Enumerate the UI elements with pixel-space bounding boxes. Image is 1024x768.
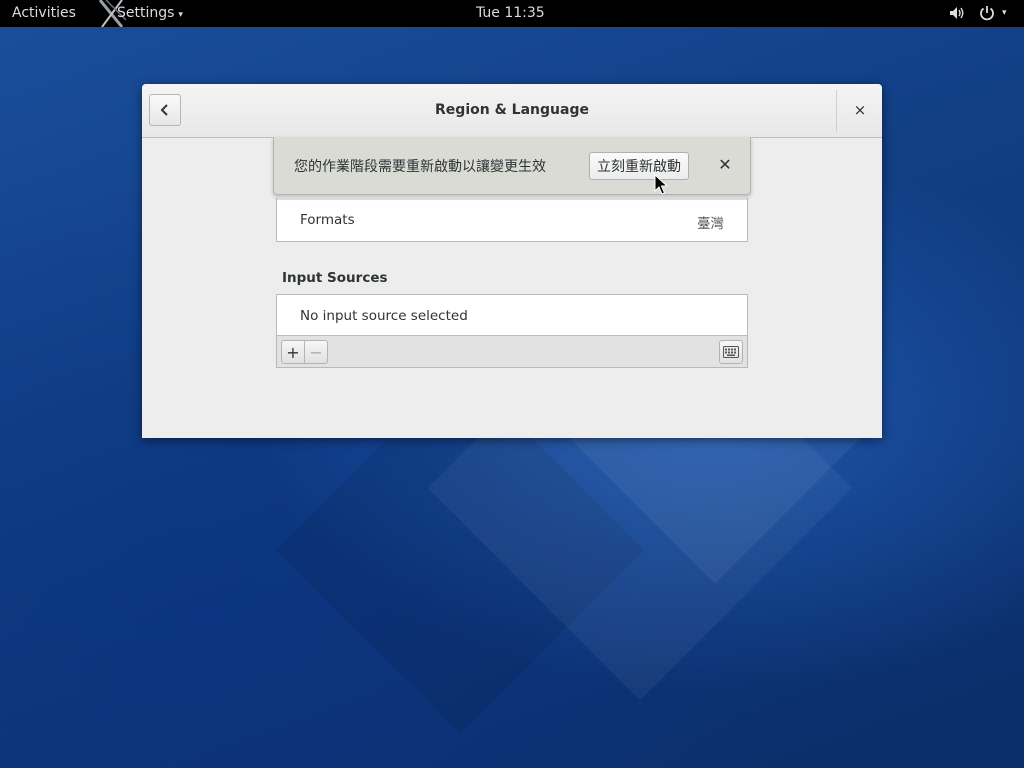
no-input-source-label: No input source selected (300, 308, 468, 324)
close-button[interactable]: × (850, 100, 870, 120)
remove-input-source-button[interactable]: − (304, 340, 328, 364)
add-input-source-button[interactable]: + (281, 340, 305, 364)
settings-window: Region & Language × Formats 臺灣 Input Sou… (142, 84, 882, 438)
activities-button[interactable]: Activities (12, 5, 76, 21)
power-icon[interactable] (978, 4, 996, 22)
row-divider (277, 198, 747, 200)
close-icon: × (853, 101, 867, 119)
minus-icon: − (309, 342, 323, 362)
header-separator (836, 90, 837, 132)
volume-icon[interactable] (948, 4, 966, 22)
chevron-down-icon: ▾ (178, 10, 183, 20)
header-bar: Region & Language × (142, 84, 882, 138)
dismiss-notification-button[interactable]: ✕ (715, 154, 735, 176)
input-sources-heading: Input Sources (282, 270, 388, 286)
top-bar: Activities Settings ▾ Tue 11:35 ▾ (0, 0, 1024, 27)
input-sources-list: No input source selected + − (276, 294, 748, 368)
mouse-cursor-icon (654, 174, 668, 195)
restart-notification: 您的作業階段需要重新啟動以讓變更生效 立刻重新啟動 ✕ (273, 137, 751, 195)
restart-now-button[interactable]: 立刻重新啟動 (589, 152, 689, 180)
keyboard-icon (723, 346, 739, 358)
plus-icon: + (286, 342, 300, 362)
chevron-down-icon[interactable]: ▾ (1002, 8, 1007, 18)
app-menu-label: Settings (117, 5, 175, 21)
window-title: Region & Language (435, 102, 589, 118)
app-menu[interactable]: Settings ▾ (117, 5, 183, 21)
formats-row[interactable]: Formats 臺灣 (276, 198, 748, 242)
clock[interactable]: Tue 11:35 (476, 5, 545, 21)
formats-label: Formats (300, 212, 355, 228)
input-sources-toolbar: + − (277, 335, 747, 367)
formats-value: 臺灣 (697, 216, 724, 232)
restart-message: 您的作業階段需要重新啟動以讓變更生效 (294, 159, 546, 175)
keyboard-layout-button[interactable] (719, 340, 743, 364)
